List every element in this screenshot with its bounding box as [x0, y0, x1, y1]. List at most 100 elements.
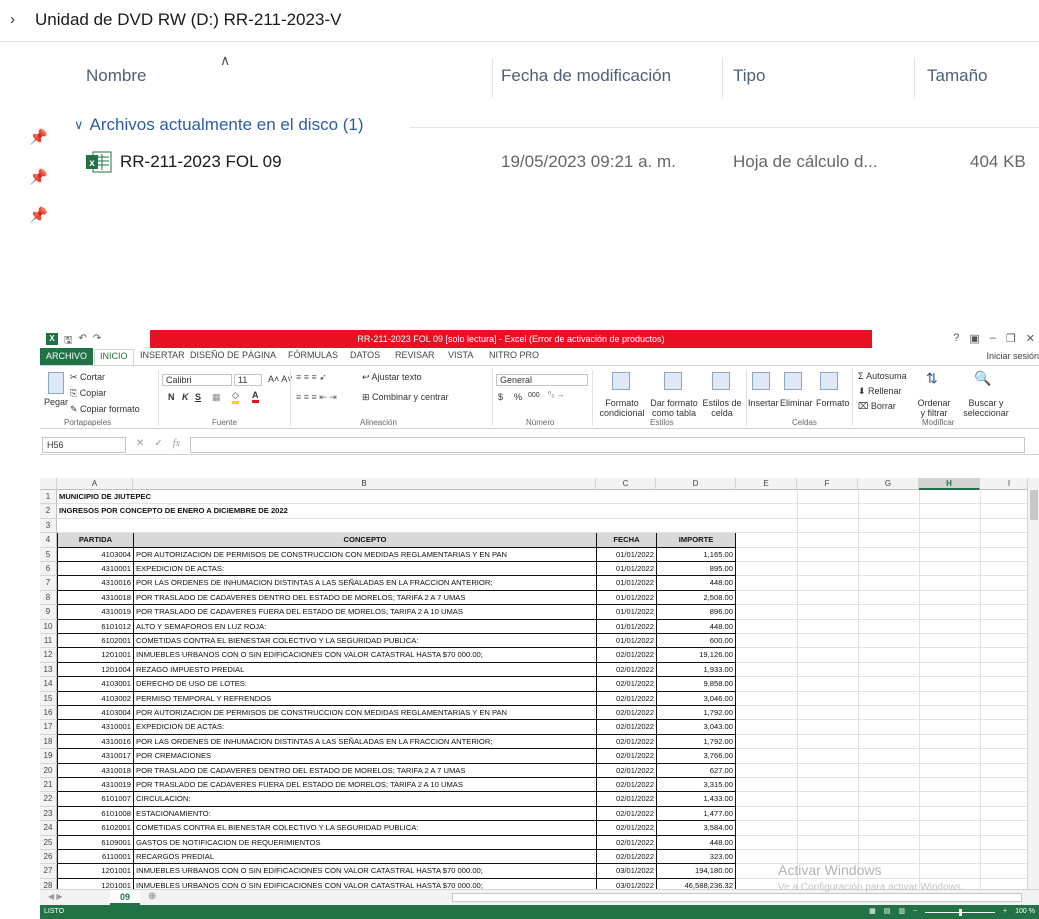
- font-color-icon[interactable]: A: [252, 390, 259, 403]
- table-cell[interactable]: 6101007: [57, 792, 133, 807]
- pin-icon[interactable]: 📌: [29, 168, 48, 186]
- binoculars-icon[interactable]: 🔍: [974, 370, 991, 387]
- column-divider[interactable]: [914, 58, 915, 98]
- table-cell[interactable]: 1201001: [57, 878, 133, 889]
- table-cell[interactable]: 4103004: [57, 547, 133, 562]
- table-cell[interactable]: 1,165.00: [656, 547, 736, 562]
- table-cell[interactable]: 02/01/2022: [596, 706, 656, 721]
- column-header-selected[interactable]: H: [919, 478, 980, 490]
- row-header[interactable]: 12: [40, 648, 57, 663]
- zoom-in-icon[interactable]: +: [1003, 905, 1007, 919]
- tab-datos[interactable]: DATOS: [350, 350, 380, 360]
- row-header[interactable]: 21: [40, 778, 57, 793]
- table-cell[interactable]: 03/01/2022: [596, 864, 656, 879]
- find-select-button[interactable]: Buscar y seleccionar: [958, 398, 1014, 418]
- table-cell[interactable]: 2,508.00: [656, 590, 736, 606]
- pin-icon[interactable]: 📌: [29, 128, 48, 146]
- format-table-button[interactable]: Dar formato como tabla: [648, 398, 700, 418]
- align-left-icon[interactable]: ≡ ≡ ≡ ⇤ ⇥: [296, 392, 337, 403]
- table-cell[interactable]: 194,180.00: [656, 864, 736, 879]
- row-header[interactable]: 13: [40, 662, 57, 678]
- table-cell[interactable]: PERMISO TEMPORAL Y REFRENDOS: [133, 691, 596, 706]
- table-cell[interactable]: 1201001: [57, 864, 133, 879]
- table-cell[interactable]: 448.00: [656, 619, 736, 634]
- column-divider[interactable]: [722, 58, 723, 98]
- conditional-format-icon[interactable]: [612, 372, 630, 390]
- table-cell[interactable]: ALTO Y SEMAFOROS EN LUZ ROJA:: [133, 619, 596, 634]
- sign-in-link[interactable]: Iniciar sesión: [986, 351, 1039, 361]
- table-cell[interactable]: POR LAS ORDENES DE INHUMACION DISTINTAS …: [133, 576, 596, 591]
- italic-button[interactable]: K: [182, 392, 189, 402]
- scroll-thumb[interactable]: [1030, 490, 1038, 520]
- table-cell[interactable]: 01/01/2022: [596, 547, 656, 562]
- tab-inicio[interactable]: INICIO: [94, 349, 134, 365]
- table-cell[interactable]: 02/01/2022: [596, 835, 656, 850]
- add-sheet-icon[interactable]: ⊕: [148, 891, 156, 902]
- table-cell[interactable]: 896.00: [656, 605, 736, 620]
- minimize-icon[interactable]: –: [990, 332, 996, 345]
- table-cell[interactable]: 4310018: [57, 763, 133, 778]
- cut-button[interactable]: ✂ Cortar: [70, 372, 105, 383]
- table-cell[interactable]: 02/01/2022: [596, 792, 656, 807]
- chevron-right-icon[interactable]: ›: [10, 11, 15, 28]
- table-cell[interactable]: 3,043.00: [656, 720, 736, 735]
- row-header[interactable]: 10: [40, 619, 57, 634]
- breadcrumb[interactable]: Unidad de DVD RW (D:) RR-211-2023-V: [35, 10, 341, 30]
- sort-filter-button[interactable]: Ordenar y filtrar: [914, 398, 954, 418]
- grow-shrink-font-icon[interactable]: A˄ A˅: [268, 374, 293, 384]
- table-cell[interactable]: 627.00: [656, 763, 736, 778]
- autosum-button[interactable]: Σ Autosuma: [858, 371, 907, 381]
- row-header[interactable]: 3: [40, 518, 57, 534]
- vertical-scrollbar[interactable]: [1027, 478, 1039, 889]
- copy-button[interactable]: ⎘ Copiar: [70, 388, 106, 399]
- tab-archivo[interactable]: ARCHIVO: [40, 348, 94, 365]
- fill-button[interactable]: ⬇ Rellenar: [858, 386, 902, 397]
- row-header[interactable]: 1: [40, 490, 57, 505]
- table-cell[interactable]: 1201004: [57, 662, 133, 678]
- row-header[interactable]: 6: [40, 562, 57, 577]
- table-cell[interactable]: 02/01/2022: [596, 734, 656, 750]
- pin-icon[interactable]: 📌: [29, 206, 48, 224]
- table-cell[interactable]: 1,433.00: [656, 792, 736, 807]
- name-box[interactable]: H56: [42, 437, 126, 453]
- table-cell[interactable]: EXPEDICION DE ACTAS:: [133, 562, 596, 577]
- table-cell[interactable]: CIRCULACION:: [133, 792, 596, 807]
- paste-icon[interactable]: [48, 372, 64, 394]
- row-header[interactable]: 4: [40, 533, 57, 548]
- table-cell[interactable]: POR TRASLADO DE CADAVERES FUERA DEL ESTA…: [133, 605, 596, 620]
- table-cell[interactable]: 01/01/2022: [596, 634, 656, 649]
- decimal-icon[interactable]: ⁰₀ →: [548, 390, 565, 399]
- table-cell[interactable]: 02/01/2022: [596, 662, 656, 678]
- row-header[interactable]: 27: [40, 864, 57, 879]
- table-cell[interactable]: 01/01/2022: [596, 576, 656, 591]
- close-icon[interactable]: ✕: [1026, 332, 1035, 345]
- sheet-subtitle[interactable]: INGRESOS POR CONCEPTO DE ENERO A DICIEMB…: [59, 504, 288, 518]
- format-table-icon[interactable]: [664, 372, 682, 390]
- table-cell[interactable]: 01/01/2022: [596, 590, 656, 606]
- table-cell[interactable]: COMETIDAS CONTRA EL BIENESTAR COLECTIVO …: [133, 821, 596, 836]
- table-cell[interactable]: ESTACIONAMIENTO:: [133, 806, 596, 822]
- row-header[interactable]: 24: [40, 821, 57, 836]
- row-header[interactable]: 23: [40, 806, 57, 822]
- insert-cells-button[interactable]: Insertar: [748, 398, 779, 408]
- tab-diseno-pagina[interactable]: DISEÑO DE PÁGINA: [190, 350, 276, 360]
- table-cell[interactable]: 01/01/2022: [596, 562, 656, 577]
- table-cell[interactable]: INMUEBLES URBANOS CON O SIN EDIFICACIONE…: [133, 878, 596, 889]
- sheet-tab[interactable]: 09: [110, 890, 140, 905]
- align-top-icon[interactable]: ≡ ≡ ≡ ➹: [296, 372, 327, 383]
- table-cell[interactable]: 1,933.00: [656, 662, 736, 678]
- tab-vista[interactable]: VISTA: [448, 350, 473, 360]
- column-header[interactable]: F: [797, 478, 858, 490]
- table-cell[interactable]: 6101008: [57, 806, 133, 822]
- cell-styles-icon[interactable]: [712, 372, 730, 390]
- sheet-nav-arrows[interactable]: ◀ ▶: [48, 892, 63, 901]
- table-cell[interactable]: 19,126.00: [656, 648, 736, 663]
- table-cell[interactable]: 3,315.00: [656, 778, 736, 793]
- table-cell[interactable]: 600.00: [656, 634, 736, 649]
- column-header[interactable]: C: [596, 478, 656, 490]
- table-cell[interactable]: 02/01/2022: [596, 821, 656, 836]
- conditional-format-button[interactable]: Formato condicional: [596, 398, 648, 418]
- table-cell[interactable]: 02/01/2022: [596, 749, 656, 764]
- tab-revisar[interactable]: REVISAR: [395, 350, 435, 360]
- row-header[interactable]: 19: [40, 749, 57, 764]
